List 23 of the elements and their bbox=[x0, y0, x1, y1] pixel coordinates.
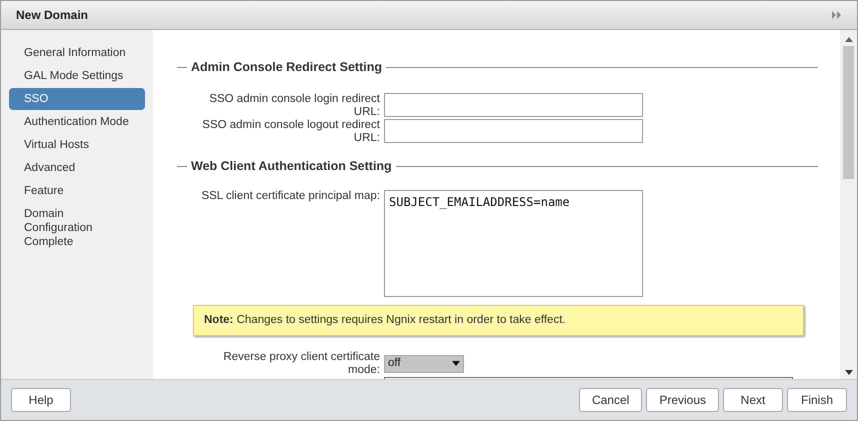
field-label: SSO admin console login redirect URL: bbox=[208, 92, 381, 119]
field-label: SSL client certificate principal map: bbox=[200, 190, 381, 202]
sidebar-item[interactable]: Virtual Hosts bbox=[9, 134, 145, 156]
sidebar-item[interactable]: Feature bbox=[9, 180, 145, 202]
dialog-button[interactable]: Next bbox=[723, 388, 783, 412]
dialog-button[interactable]: Finish bbox=[787, 388, 847, 412]
field-label: Reverse proxy client certificate mode: bbox=[222, 350, 381, 377]
section-heading: Web Client Authentication Setting bbox=[191, 158, 392, 175]
field-label: SSO admin console logout redirect URL: bbox=[201, 118, 381, 145]
sidebar-item[interactable]: Authentication Mode bbox=[9, 111, 145, 133]
sidebar-item[interactable]: General Information bbox=[9, 42, 145, 64]
window-title: New Domain bbox=[16, 7, 88, 24]
dialog-button[interactable]: Help bbox=[11, 388, 71, 412]
sidebar-item[interactable]: Domain Configuration Complete bbox=[9, 203, 145, 253]
note-message: Note: Changes to settings requires Ngnix restart in order to take effect. bbox=[193, 304, 804, 336]
mode-dropdown[interactable]: off bbox=[384, 354, 464, 373]
dialog-button[interactable]: Previous bbox=[646, 388, 719, 412]
sidebar-item[interactable]: Advanced bbox=[9, 157, 145, 179]
sidebar-item[interactable]: GAL Mode Settings bbox=[9, 65, 145, 87]
dialog-button[interactable]: Cancel bbox=[578, 388, 642, 412]
principal-map-textarea[interactable]: SUBJECT_EMAILADDRESS=name bbox=[384, 190, 643, 296]
sidebar-item[interactable]: SSO bbox=[9, 88, 145, 110]
section-heading: Admin Console Redirect Setting bbox=[191, 59, 382, 76]
